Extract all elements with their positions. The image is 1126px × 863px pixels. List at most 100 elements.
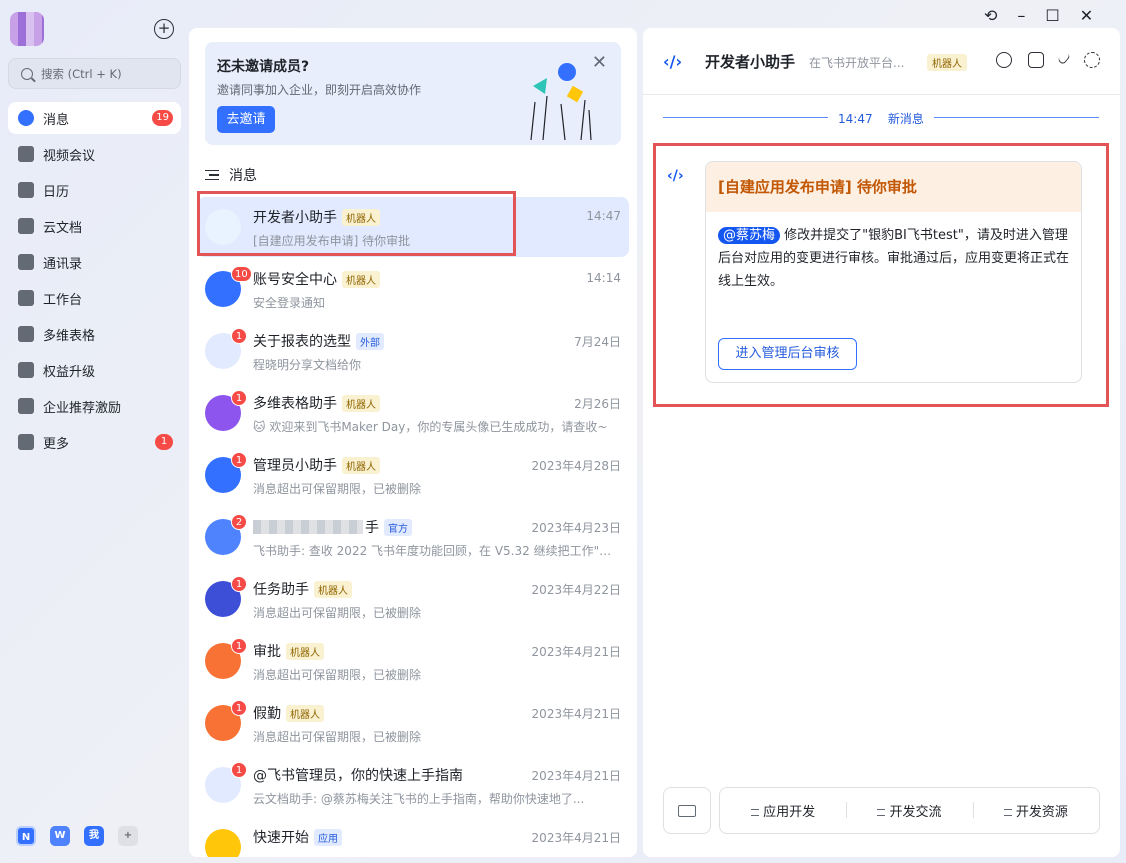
unread-badge: 19	[152, 110, 173, 126]
chat-time: 2023年4月28日	[531, 459, 621, 473]
minimize-icon[interactable]: –	[1017, 6, 1025, 25]
chat-item[interactable]: 1 假勤 机器人 2023年4月21日 消息超出可保留期限，已被删除	[197, 693, 629, 753]
messages-section-header: 消息	[205, 165, 257, 185]
add-app-button[interactable]: +	[118, 826, 138, 846]
chat-preview: 消息超出可保留期限，已被删除	[253, 730, 422, 744]
nav-icon	[18, 254, 34, 270]
chat-preview: 飞书助手: 查收 2022 飞书年度功能回顾，在 V5.32 继续把工作"画".…	[253, 544, 617, 558]
unread-badge: 1	[231, 328, 247, 344]
chat-avatar	[205, 829, 241, 857]
menu-app-dev[interactable]: 应用开发	[720, 801, 846, 820]
chat-item[interactable]: 1 管理员小助手 机器人 2023年4月28日 消息超出可保留期限，已被删除	[197, 445, 629, 505]
menu-dev-resources[interactable]: 开发资源	[972, 801, 1099, 820]
chat-item[interactable]: 1 任务助手 机器人 2023年4月22日 消息超出可保留期限，已被删除	[197, 569, 629, 629]
chat-item[interactable]: 1 审批 机器人 2023年4月21日 消息超出可保留期限，已被删除	[197, 631, 629, 691]
nav-item-0[interactable]: 消息 19	[8, 102, 181, 134]
unread-badge: 1	[231, 762, 247, 778]
nav-icon	[18, 434, 34, 450]
highlight-box	[653, 143, 1109, 407]
invite-title: 还未邀请成员?	[217, 59, 310, 75]
chat-list-panel: 还未邀请成员? 邀请同事加入企业，即刻开启高效协作 去邀请 ✕ 消息 开发者小助…	[189, 28, 637, 857]
conversation-subtitle: 在飞书开放平台...	[809, 56, 905, 70]
avatar[interactable]	[10, 12, 44, 46]
menu-icon	[877, 809, 886, 816]
chat-item[interactable]: 1 多维表格助手 机器人 2月26日 🐱 欢迎来到飞书Maker Day，你的专属头像已…	[197, 383, 629, 443]
chat-time: 2023年4月21日	[531, 645, 621, 659]
conversation-title: 开发者小助手	[705, 53, 796, 71]
nav-item-7[interactable]: 权益升级	[8, 354, 181, 386]
chat-name: 假勤 机器人	[253, 703, 324, 723]
highlight-box	[197, 191, 516, 256]
chat-tag: 机器人	[342, 456, 380, 474]
maximize-icon[interactable]: ☐	[1045, 6, 1059, 25]
keyboard-toggle-button[interactable]	[663, 787, 711, 834]
unread-badge: 1	[155, 434, 173, 450]
chat-tag: 机器人	[342, 270, 380, 288]
chat-preview: 🐱 欢迎来到飞书Maker Day，你的专属头像已生成成功，请查收~	[253, 420, 608, 434]
invite-banner: 还未邀请成员? 邀请同事加入企业，即刻开启高效协作 去邀请 ✕	[205, 42, 621, 145]
chat-time: 7月24日	[574, 335, 621, 349]
chat-time: 2023年4月23日	[531, 521, 621, 535]
chat-item[interactable]: 快速开始 应用 2023年4月21日	[197, 817, 629, 857]
nav-item-9[interactable]: 更多 1	[8, 426, 181, 458]
window-controls: ⟲ – ☐ ✕	[984, 6, 1093, 25]
add-chat-icon[interactable]	[1028, 52, 1044, 68]
chat-tag: 外部	[356, 332, 384, 350]
bot-menu-bar: 应用开发 开发交流 开发资源	[719, 787, 1100, 834]
unread-badge: 10	[231, 266, 252, 282]
chat-name: 多维表格助手 机器人	[253, 393, 380, 413]
chat-name: 手官方	[253, 517, 412, 537]
menu-icon[interactable]	[205, 170, 219, 180]
invite-button[interactable]: 去邀请	[217, 106, 275, 133]
unread-badge: 1	[231, 638, 247, 654]
chat-name: 关于报表的选型 外部	[253, 331, 384, 351]
app-w[interactable]: W	[50, 826, 70, 846]
check-icon[interactable]	[1057, 50, 1071, 66]
chat-tag: 应用	[314, 828, 342, 846]
chat-tag: 机器人	[342, 394, 380, 412]
chat-time: 2023年4月22日	[531, 583, 621, 597]
chat-time: 14:14	[586, 271, 621, 285]
dev-assistant-logo-icon: ‹/›	[663, 52, 683, 71]
unread-badge: 1	[231, 700, 247, 716]
nav-icon	[18, 146, 34, 162]
chat-name: 任务助手 机器人	[253, 579, 352, 599]
keyboard-icon	[678, 804, 696, 817]
nav-item-4[interactable]: 通讯录	[8, 246, 181, 278]
chat-name: 账号安全中心 机器人	[253, 269, 380, 289]
menu-icon	[1003, 809, 1012, 816]
chat-item[interactable]: 1 @飞书管理员，你的快速上手指南 2023年4月21日 云文档助手: @蔡苏梅关注飞…	[197, 755, 629, 815]
unread-badge: 1	[231, 390, 247, 406]
search-input[interactable]: 搜索 (Ctrl + K)	[8, 58, 181, 89]
chat-preview: 消息超出可保留期限，已被删除	[253, 668, 422, 682]
menu-dev-exchange[interactable]: 开发交流	[846, 801, 972, 820]
gear-icon[interactable]	[1084, 52, 1100, 68]
create-button[interactable]: +	[154, 19, 174, 39]
nav-item-2[interactable]: 日历	[8, 174, 181, 206]
invite-illustration-icon	[530, 63, 592, 140]
nav-item-5[interactable]: 工作台	[8, 282, 181, 314]
chat-tag: 机器人	[314, 580, 352, 598]
chat-preview: 云文档助手: @蔡苏梅关注飞书的上手指南，帮助你快速地了...	[253, 792, 585, 806]
close-icon[interactable]: ✕	[1080, 6, 1093, 25]
chat-tag: 机器人	[286, 704, 324, 722]
nav-item-3[interactable]: 云文档	[8, 210, 181, 242]
nav-icon	[18, 110, 34, 126]
nav-item-8[interactable]: 企业推荐激励	[8, 390, 181, 422]
unread-badge: 2	[231, 514, 247, 530]
bottom-apps: N W 我 +	[16, 826, 138, 846]
nav-item-6[interactable]: 多维表格	[8, 318, 181, 350]
nav-icon	[18, 362, 34, 378]
history-icon[interactable]: ⟲	[984, 6, 997, 25]
chat-item[interactable]: 2 手官方 2023年4月23日飞书助手: 查收 2022 飞书年度功能回顾，在 V…	[197, 507, 629, 567]
chat-item[interactable]: 1 关于报表的选型 外部 7月24日 程晓明分享文档给你	[197, 321, 629, 381]
nav-item-1[interactable]: 视频会议	[8, 138, 181, 170]
app-me[interactable]: 我	[84, 826, 104, 846]
chat-time: 14:47	[586, 209, 621, 223]
chat-preview: 消息超出可保留期限，已被删除	[253, 606, 422, 620]
nav-icon	[18, 326, 34, 342]
nav-icon	[18, 218, 34, 234]
search-icon[interactable]	[996, 52, 1012, 68]
app-n[interactable]: N	[16, 826, 36, 846]
chat-item[interactable]: 10 账号安全中心 机器人 14:14 安全登录通知	[197, 259, 629, 319]
